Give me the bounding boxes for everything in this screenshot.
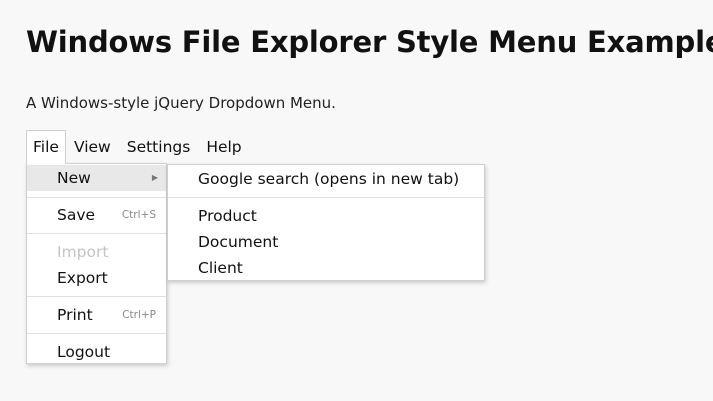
shortcut-print: Ctrl+P <box>122 309 156 321</box>
file-dropdown-menu: New ▶ Save Ctrl+S Import Export Print Ct… <box>26 163 167 364</box>
menu-item-logout[interactable]: Logout <box>27 339 166 365</box>
menu-item-export[interactable]: Export <box>27 265 166 291</box>
menu-separator <box>27 233 166 234</box>
menu-item-print[interactable]: Print Ctrl+P <box>27 302 166 328</box>
submenu-item-client[interactable]: Client <box>168 255 484 281</box>
menu-item-save[interactable]: Save Ctrl+S <box>27 202 166 228</box>
menu-item-export-label: Export <box>57 269 108 287</box>
menubar: File View Settings Help <box>26 130 250 164</box>
menu-item-new[interactable]: New ▶ <box>27 165 166 191</box>
menubar-item-settings[interactable]: Settings <box>119 130 199 164</box>
menu-item-save-label: Save <box>57 206 96 224</box>
submenu-separator <box>168 197 484 198</box>
submenu-item-product[interactable]: Product <box>168 203 484 229</box>
submenu-item-document[interactable]: Document <box>168 229 484 255</box>
menubar-item-file[interactable]: File <box>26 130 66 164</box>
menu-item-print-label: Print <box>57 306 93 324</box>
page-title: Windows File Explorer Style Menu Example <box>26 25 713 59</box>
menu-item-import: Import <box>27 239 166 265</box>
menu-separator <box>27 197 166 198</box>
menu-item-logout-label: Logout <box>57 343 111 361</box>
page: Windows File Explorer Style Menu Example… <box>0 0 713 401</box>
menu-separator <box>27 333 166 334</box>
menu-item-import-label: Import <box>57 243 109 261</box>
menubar-item-help[interactable]: Help <box>198 130 249 164</box>
submenu-item-google-search[interactable]: Google search (opens in new tab) <box>168 166 484 192</box>
submenu-arrow-icon: ▶ <box>151 173 158 182</box>
shortcut-save: Ctrl+S <box>121 209 156 221</box>
menubar-item-view[interactable]: View <box>66 130 119 164</box>
new-submenu: Google search (opens in new tab) Product… <box>167 164 485 281</box>
menu-separator <box>27 296 166 297</box>
menu-item-new-label: New <box>57 169 91 187</box>
page-subtitle: A Windows-style jQuery Dropdown Menu. <box>26 94 336 112</box>
